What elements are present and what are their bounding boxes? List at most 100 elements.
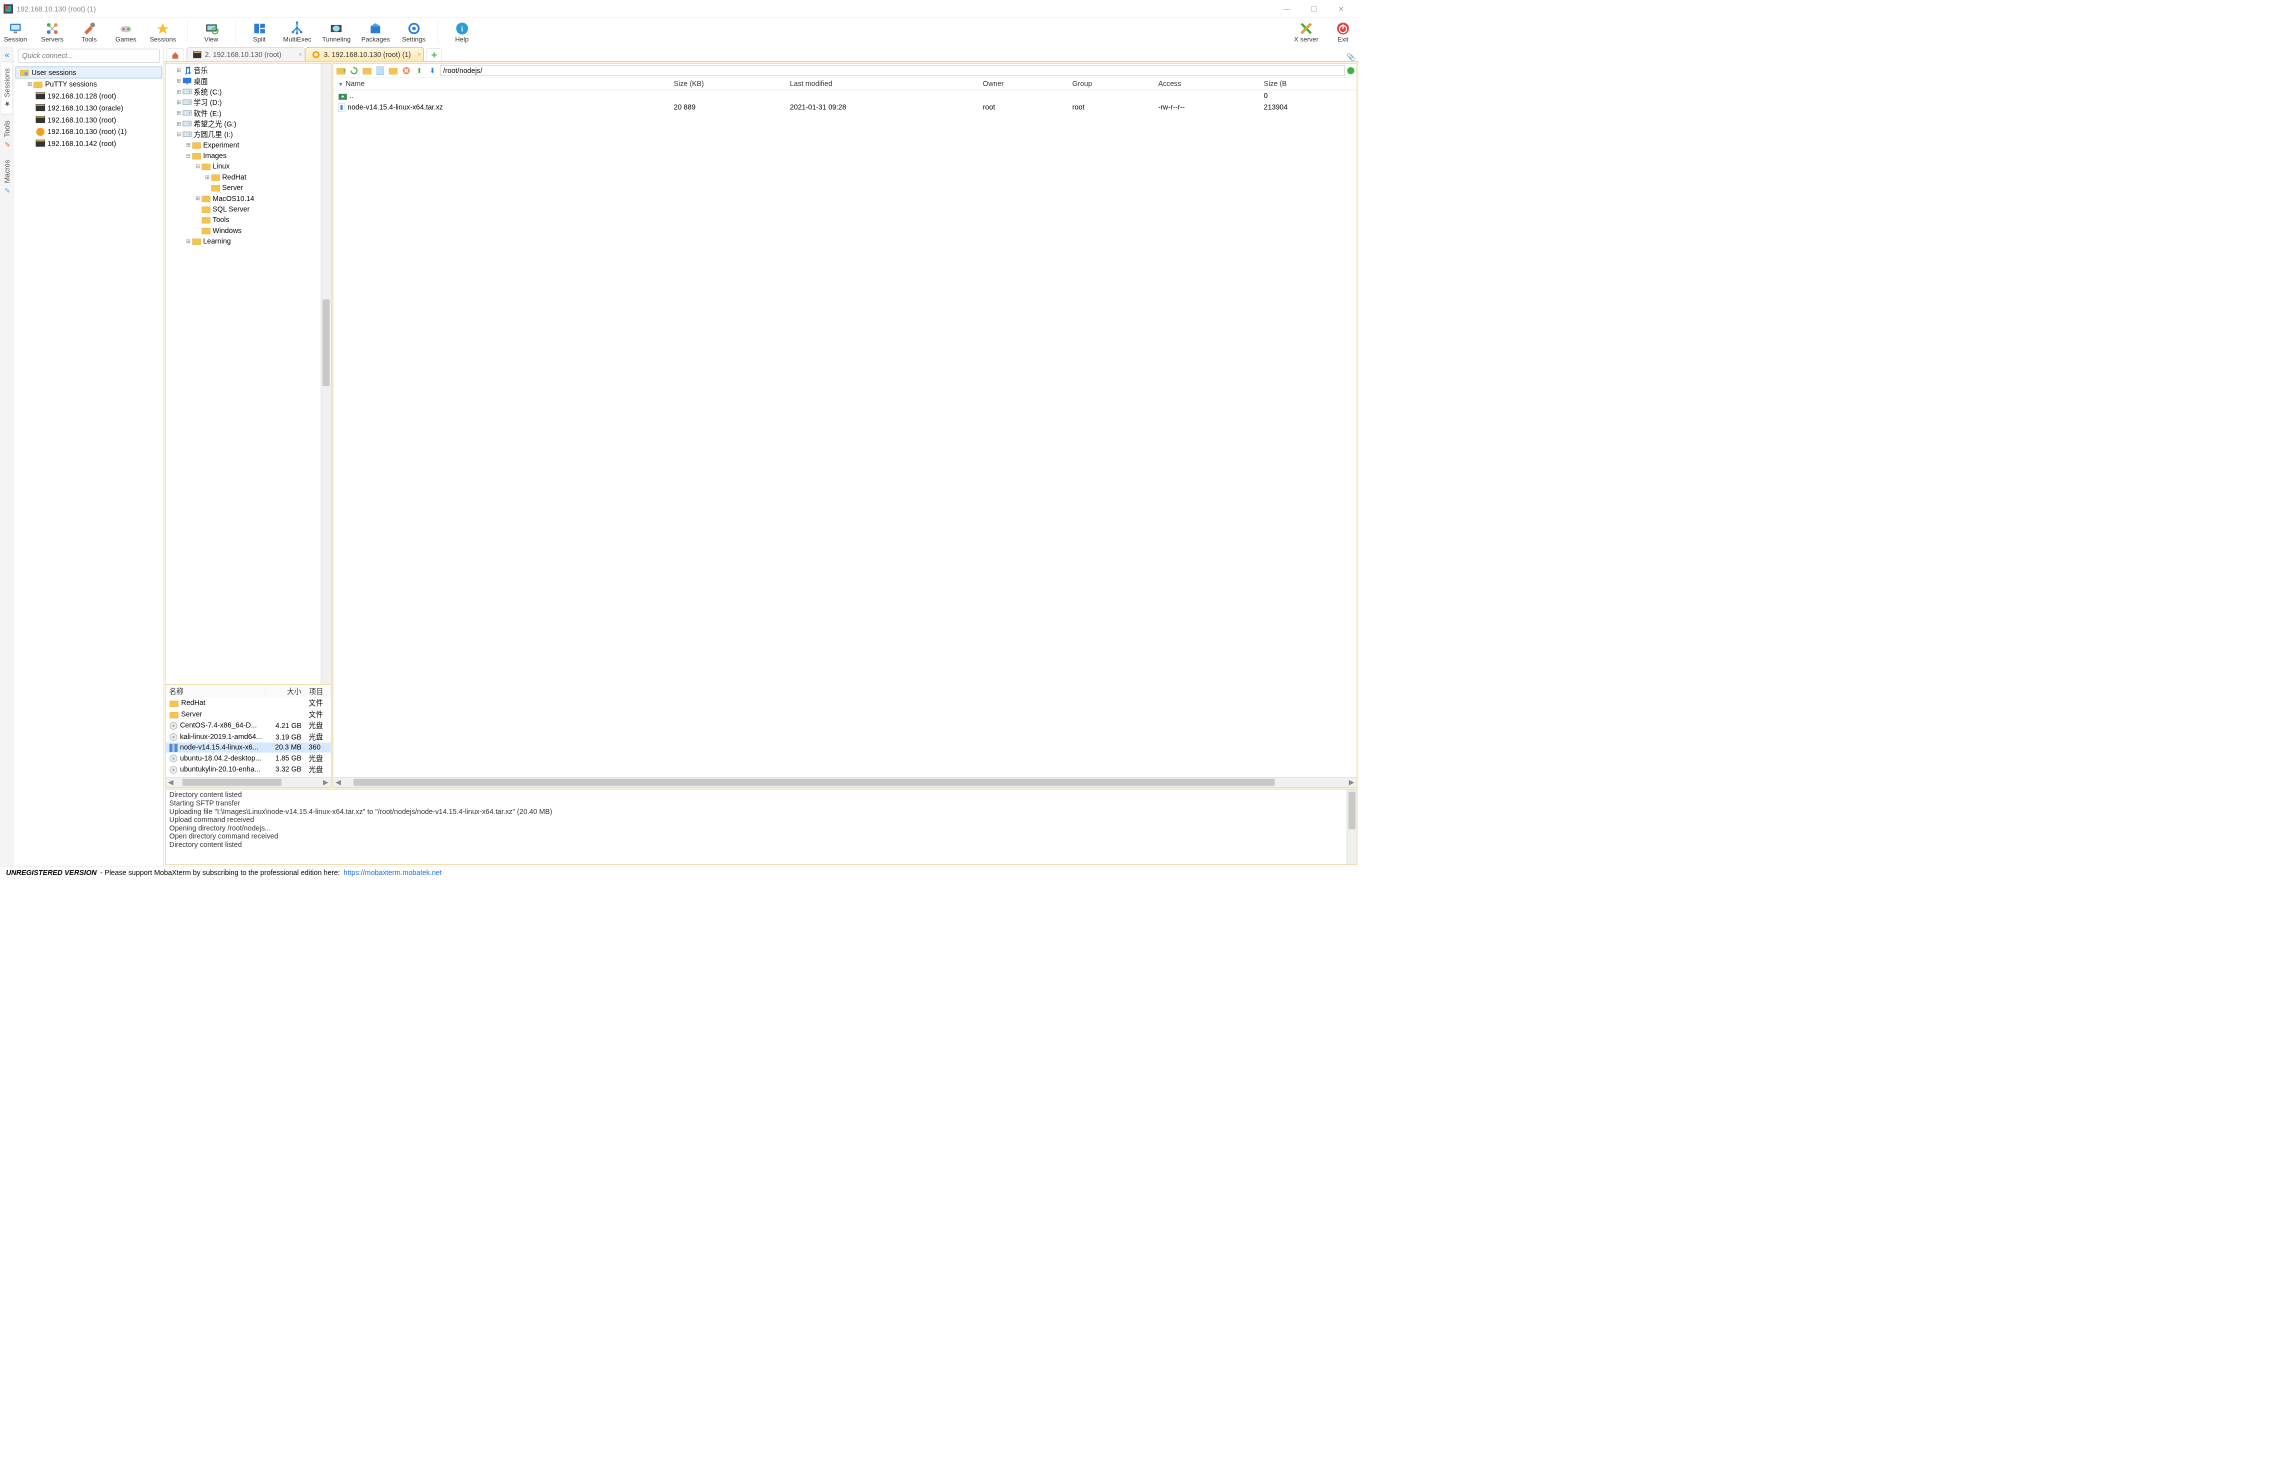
close-button[interactable]: ✕ xyxy=(1328,0,1355,18)
col-name[interactable]: 名称 xyxy=(166,685,266,697)
new-folder-icon[interactable]: + xyxy=(336,65,347,76)
tunneling-button[interactable]: Tunneling xyxy=(322,21,350,43)
list-item[interactable]: Server文件 xyxy=(166,709,331,720)
sessions-button[interactable]: Sessions xyxy=(150,21,177,43)
unregistered-label: UNREGISTERED VERSION xyxy=(6,868,97,876)
add-tab-button[interactable]: ✚ xyxy=(426,48,441,61)
local-tree-item[interactable]: ⊟方圆几里 (I:) xyxy=(167,129,330,140)
session-icon xyxy=(36,91,46,101)
help-button[interactable]: iHelp xyxy=(449,21,475,43)
side-tabs: « ★Sessions ✎Tools ✎Macros xyxy=(0,46,14,866)
session-item[interactable]: 192.168.10.130 (root) (1) xyxy=(15,126,162,138)
packages-button[interactable]: Packages xyxy=(361,21,390,43)
view-button[interactable]: View xyxy=(198,21,224,43)
parent-dir-row[interactable]: .. 0 xyxy=(333,90,1356,101)
folder-icon xyxy=(192,151,202,161)
minimize-button[interactable]: — xyxy=(1273,0,1300,18)
list-item[interactable]: node-v14.15.4-linux-x6...20.3 MB360 xyxy=(166,743,331,753)
log-pane: Directory content listedStarting SFTP tr… xyxy=(165,789,1357,865)
log-line: Directory content listed xyxy=(169,791,1353,799)
col-owner[interactable]: Owner xyxy=(978,78,1067,90)
col-sizeb[interactable]: Size (B xyxy=(1259,78,1357,90)
close-icon[interactable]: × xyxy=(299,51,303,58)
col-type[interactable]: 项目 xyxy=(305,685,330,697)
sessions-panel: User sessions ⊞ PuTTY sessions 192.168.1… xyxy=(14,46,164,866)
exit-button[interactable]: Exit xyxy=(1330,21,1356,43)
local-tree-item[interactable]: ⊞软件 (E:) xyxy=(167,108,330,119)
multiexec-button[interactable]: MultiExec xyxy=(283,21,311,43)
local-tree-item[interactable]: SQL Server xyxy=(167,204,330,215)
games-button[interactable]: Games xyxy=(113,21,139,43)
local-tree-item[interactable]: ⊞音乐 xyxy=(167,65,330,76)
refresh-icon[interactable] xyxy=(349,65,360,76)
tab-3[interactable]: 3. 192.168.10.130 (root) (1) × xyxy=(305,47,424,61)
local-tree-item[interactable]: Tools xyxy=(167,214,330,225)
session-item[interactable]: 192.168.10.130 (root) xyxy=(15,114,162,126)
split-button[interactable]: Split xyxy=(246,21,272,43)
delete-icon[interactable] xyxy=(401,65,412,76)
xserver-button[interactable]: X server xyxy=(1293,21,1319,43)
list-item[interactable]: CentOS-7.4-x86_64-D...4.21 GB光盘 xyxy=(166,720,331,731)
col-modified[interactable]: Last modified xyxy=(785,78,978,90)
local-tree-item[interactable]: ⊞学习 (D:) xyxy=(167,97,330,108)
download-icon[interactable]: ⬇ xyxy=(427,65,438,76)
paperclip-icon[interactable]: 📎 xyxy=(1344,53,1358,61)
local-tree-item[interactable]: ⊞系统 (C:) xyxy=(167,86,330,97)
main-toolbar: Session Servers Tools Games Sessions Vie… xyxy=(0,18,1358,47)
local-tree-item[interactable]: ⊟Images xyxy=(167,150,330,161)
scrollbar[interactable]: ◀▶ xyxy=(333,777,1356,787)
remote-file-row[interactable]: node-v14.15.4-linux-x64.tar.xz20 8892021… xyxy=(333,101,1356,112)
remote-path-input[interactable] xyxy=(440,65,1345,76)
subscribe-link[interactable]: https://mobaxterm.mobatek.net xyxy=(343,868,441,876)
settings-button[interactable]: Settings xyxy=(401,21,427,43)
col-name[interactable]: Name xyxy=(333,78,669,90)
list-item[interactable]: RedHat文件 xyxy=(166,697,331,708)
local-tree-item[interactable]: ⊞桌面 xyxy=(167,75,330,86)
maximize-button[interactable]: ☐ xyxy=(1300,0,1327,18)
list-item[interactable]: ubuntu-18.04.2-desktop...1.85 GB光盘 xyxy=(166,752,331,763)
quick-connect-input[interactable] xyxy=(18,49,160,63)
macros-tab[interactable]: ✎Macros xyxy=(2,154,13,200)
home-tab-button[interactable] xyxy=(166,48,184,61)
collapse-sidebar-icon[interactable]: « xyxy=(5,48,10,62)
log-line: Directory content listed xyxy=(169,841,1353,849)
local-folder-tree: ⊞音乐⊞桌面⊞系统 (C:)⊞学习 (D:)⊞软件 (E:)⊞希望之光 (G:)… xyxy=(166,64,331,685)
folder-icon xyxy=(201,162,211,172)
tools-button[interactable]: Tools xyxy=(76,21,102,43)
scrollbar[interactable]: ◀▶ xyxy=(166,777,331,787)
scrollbar[interactable] xyxy=(321,64,331,685)
scrollbar[interactable] xyxy=(1347,789,1357,864)
session-item[interactable]: 192.168.10.128 (root) xyxy=(15,90,162,102)
list-item[interactable]: kali-linux-2019.1-amd64...3.19 GB光盘 xyxy=(166,731,331,742)
local-tree-item[interactable]: ⊟Linux xyxy=(167,161,330,172)
local-tree-item[interactable]: Windows xyxy=(167,225,330,236)
folder-icon xyxy=(169,699,179,707)
tab-2[interactable]: 2. 192.168.10.130 (root) × xyxy=(187,47,306,61)
col-group[interactable]: Group xyxy=(1067,78,1153,90)
sessions-tab[interactable]: ★Sessions xyxy=(1,62,12,115)
putty-sessions-folder[interactable]: ⊞ PuTTY sessions xyxy=(15,78,162,90)
local-tree-item[interactable]: ⊞MacOS10.14 xyxy=(167,193,330,204)
folder-icon[interactable] xyxy=(388,65,399,76)
session-item[interactable]: 192.168.10.142 (root) xyxy=(15,138,162,150)
local-tree-item[interactable]: ⊞Learning xyxy=(167,236,330,247)
close-icon[interactable]: × xyxy=(417,51,421,58)
session-item[interactable]: 192.168.10.130 (oracle) xyxy=(15,102,162,114)
list-item[interactable]: ubuntukylin-20.10-enha...3.32 GB光盘 xyxy=(166,764,331,775)
local-tree-item[interactable]: ⊞Experiment xyxy=(167,140,330,151)
col-size[interactable]: Size (KB) xyxy=(669,78,785,90)
servers-button[interactable]: Servers xyxy=(39,21,65,43)
upload-icon[interactable]: ⬆ xyxy=(414,65,425,76)
terminal-icon xyxy=(312,50,320,58)
status-message: - Please support MobaXterm by subscribin… xyxy=(100,868,340,876)
file-icon[interactable] xyxy=(375,65,386,76)
col-size[interactable]: 大小 xyxy=(266,685,306,697)
user-sessions-root[interactable]: User sessions xyxy=(15,67,162,79)
local-tree-item[interactable]: ⊞希望之光 (G:) xyxy=(167,118,330,129)
col-access[interactable]: Access xyxy=(1153,78,1259,90)
session-button[interactable]: Session xyxy=(2,21,28,43)
local-tree-item[interactable]: ⊞RedHat xyxy=(167,172,330,183)
tools-tab[interactable]: ✎Tools xyxy=(2,114,13,153)
local-tree-item[interactable]: Server xyxy=(167,182,330,193)
open-folder-icon[interactable] xyxy=(362,65,373,76)
